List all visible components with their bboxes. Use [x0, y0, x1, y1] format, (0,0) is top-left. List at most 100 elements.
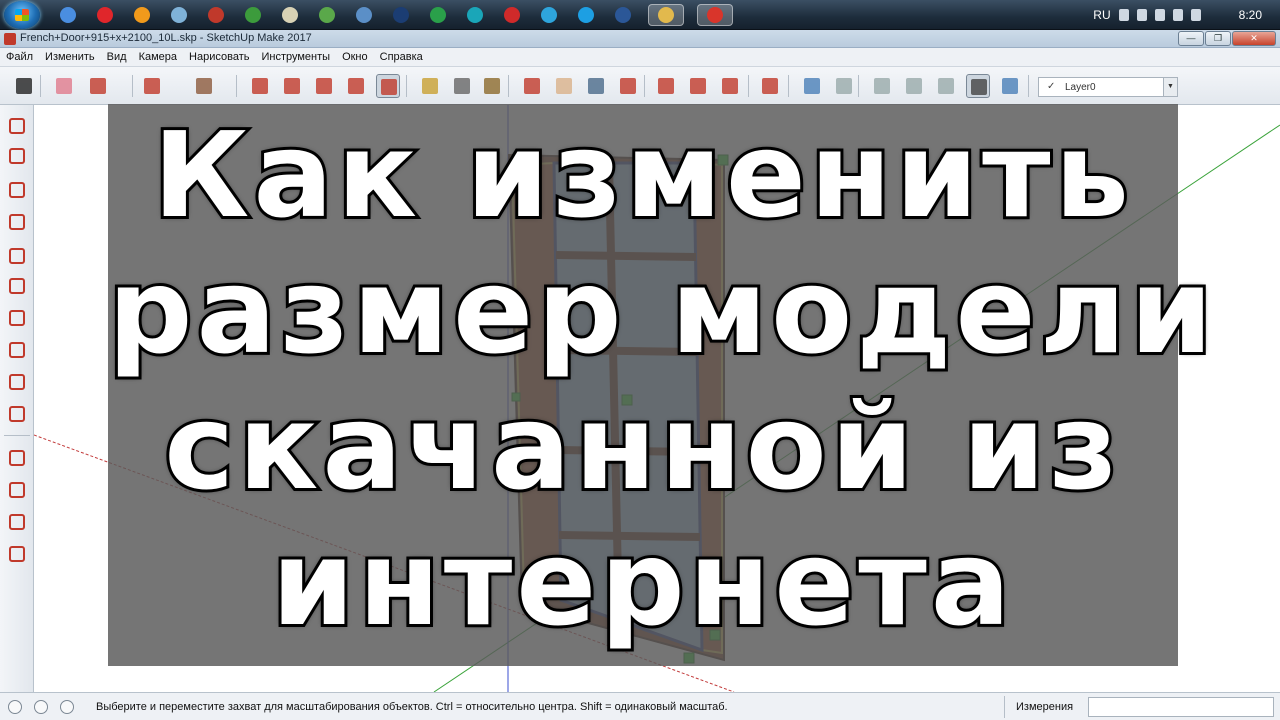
tray-usb-icon[interactable]: [1136, 9, 1147, 21]
warehouse-button[interactable]: [654, 74, 678, 98]
toolbar-separator: [1028, 75, 1029, 97]
scale-tool-button[interactable]: [376, 74, 400, 98]
status-hint: Выберите и переместите захват для масшта…: [96, 701, 728, 713]
style-hidden-button[interactable]: [934, 74, 958, 98]
credits-icon[interactable]: [34, 700, 48, 714]
menu-item[interactable]: Справка: [380, 51, 423, 63]
pie-tool-icon: [9, 406, 25, 422]
follow-me-tool-button[interactable]: [280, 74, 304, 98]
menu-item[interactable]: Нарисовать: [189, 51, 249, 63]
taskbar-opera-button[interactable]: [93, 4, 117, 26]
menu-item[interactable]: Инструменты: [261, 51, 330, 63]
tray-flag-icon[interactable]: [1118, 9, 1129, 21]
two-point-arc-button[interactable]: [6, 339, 28, 361]
taskbar-skype-green-button[interactable]: [426, 4, 450, 26]
taskbar-record-button[interactable]: [500, 4, 524, 26]
pan-tool-button[interactable]: [552, 74, 576, 98]
start-button[interactable]: [4, 1, 40, 29]
zoom-tool-icon: [588, 78, 604, 94]
taskbar-sketchup-old-button[interactable]: [204, 4, 228, 26]
style-wireframe-button[interactable]: [902, 74, 926, 98]
extension-ruby-button[interactable]: [758, 74, 782, 98]
line-tool-button[interactable]: [6, 115, 28, 137]
share-model-button[interactable]: [6, 479, 28, 501]
menu-item[interactable]: Вид: [107, 51, 127, 63]
minimize-button[interactable]: —: [1178, 31, 1204, 46]
user-account-icon[interactable]: [60, 700, 74, 714]
toolbar-separator: [132, 75, 133, 97]
rectangle-tool-button[interactable]: [192, 74, 216, 98]
upload-component-button[interactable]: [6, 511, 28, 533]
arc-tool-button[interactable]: [6, 307, 28, 329]
tape-measure-button[interactable]: [418, 74, 442, 98]
taskbar-paint-button[interactable]: [167, 4, 191, 26]
skype-green-icon: [430, 7, 446, 23]
rotate-tool-icon: [348, 78, 364, 94]
freehand-tool-button[interactable]: [6, 145, 28, 167]
warehouse-get-models-button[interactable]: [6, 447, 28, 469]
explorer-icon: [658, 7, 674, 23]
taskbar-chrome-alt-button[interactable]: [315, 4, 339, 26]
move-tool-button[interactable]: [312, 74, 336, 98]
three-point-arc-button[interactable]: [6, 371, 28, 393]
zoom-extents-button[interactable]: [616, 74, 640, 98]
layer-name: Layer0: [1065, 82, 1096, 93]
taskbar-word-button[interactable]: [611, 4, 635, 26]
view-iso-button[interactable]: [800, 74, 824, 98]
pie-tool-button[interactable]: [6, 403, 28, 425]
style-textured-button[interactable]: [998, 74, 1022, 98]
taskbar-avast-button[interactable]: [130, 4, 154, 26]
style-xray-button[interactable]: [870, 74, 894, 98]
windows-taskbar: RU 8:20: [0, 0, 1280, 30]
menu-item[interactable]: Окно: [342, 51, 368, 63]
taskbar-photoshop-button[interactable]: [389, 4, 413, 26]
style-shaded-button[interactable]: [966, 74, 990, 98]
taskbar-explorer-button[interactable]: [648, 4, 684, 26]
menu-item[interactable]: Камера: [139, 51, 177, 63]
menu-item[interactable]: Файл: [6, 51, 33, 63]
utorrent-icon: [245, 7, 261, 23]
zoom-tool-button[interactable]: [584, 74, 608, 98]
tray-battery-icon[interactable]: [1154, 9, 1165, 21]
orbit-tool-button[interactable]: [520, 74, 544, 98]
tape-measure-icon: [422, 78, 438, 94]
taskbar-cube-button[interactable]: [463, 4, 487, 26]
three-point-arc-icon: [9, 374, 25, 390]
dropdown-arrow-icon[interactable]: ▼: [1163, 78, 1177, 96]
rectangle-tool-button[interactable]: [6, 179, 28, 201]
clock[interactable]: 8:20: [1239, 8, 1262, 22]
tray-volume-icon[interactable]: [1190, 9, 1201, 21]
rotate-tool-button[interactable]: [344, 74, 368, 98]
taskbar-skype-button[interactable]: [574, 4, 598, 26]
extension-warehouse-button[interactable]: [6, 543, 28, 565]
geo-location-icon[interactable]: [8, 700, 22, 714]
layer-dropdown[interactable]: ✓ Layer0 ▼: [1038, 77, 1178, 97]
select-tool-button[interactable]: [12, 74, 36, 98]
taskbar-utorrent-button[interactable]: [241, 4, 265, 26]
tray-network-icon[interactable]: [1172, 9, 1183, 21]
paint-bucket-button[interactable]: [480, 74, 504, 98]
taskbar-sketchup-button[interactable]: [697, 4, 733, 26]
share-model-button[interactable]: [718, 74, 742, 98]
polygon-tool-icon: [9, 278, 25, 294]
text-tool-button[interactable]: [450, 74, 474, 98]
rotated-rectangle-button[interactable]: [6, 211, 28, 233]
close-button[interactable]: ✕: [1232, 31, 1276, 46]
taskbar-telegram-button[interactable]: [537, 4, 561, 26]
taskbar-notepad-button[interactable]: [278, 4, 302, 26]
taskbar-remote-desktop-button[interactable]: [352, 4, 376, 26]
language-indicator[interactable]: RU: [1093, 8, 1110, 22]
arc-tool-button[interactable]: [140, 74, 164, 98]
pencil-tool-button[interactable]: [86, 74, 110, 98]
push-pull-tool-button[interactable]: [248, 74, 272, 98]
view-top-button[interactable]: [832, 74, 856, 98]
extension-warehouse-button[interactable]: [686, 74, 710, 98]
polygon-tool-button[interactable]: [6, 275, 28, 297]
measurements-input[interactable]: [1088, 697, 1274, 717]
circle-tool-button[interactable]: [6, 245, 28, 267]
eraser-tool-button[interactable]: [52, 74, 76, 98]
menu-item[interactable]: Изменить: [45, 51, 95, 63]
maximize-button[interactable]: ❐: [1205, 31, 1231, 46]
toolbar-separator: [858, 75, 859, 97]
taskbar-chrome-button[interactable]: [56, 4, 80, 26]
